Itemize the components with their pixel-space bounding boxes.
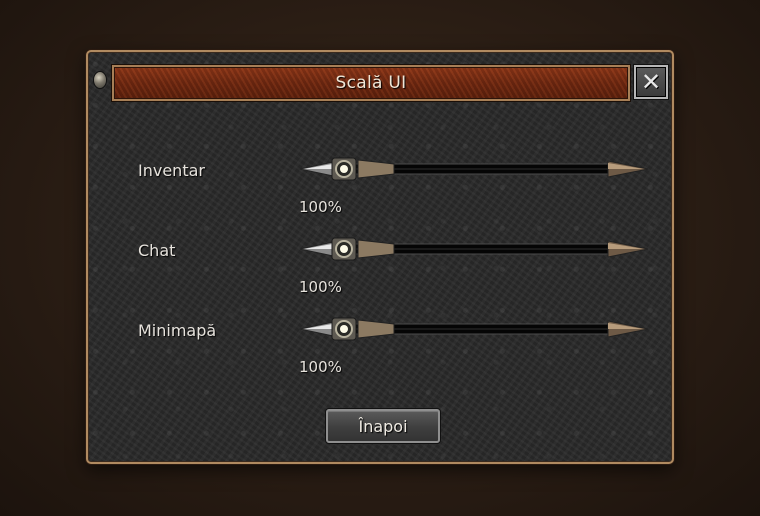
right-arrow-icon[interactable] (607, 240, 649, 258)
close-button[interactable]: ✕ (634, 65, 668, 99)
slider-minimapa[interactable] (298, 316, 650, 342)
slider-thumb[interactable] (331, 317, 395, 341)
close-icon: ✕ (640, 68, 662, 96)
right-arrow-icon[interactable] (607, 320, 649, 338)
slider-inventar[interactable] (298, 156, 650, 182)
setting-value-minimapa: 100% (299, 358, 342, 376)
setting-label-chat: Chat (138, 241, 176, 260)
right-arrow-icon[interactable] (607, 160, 649, 178)
title-bar[interactable]: Scală UI (112, 65, 630, 101)
slider-thumb[interactable] (331, 157, 395, 181)
window-title: Scală UI (335, 73, 407, 93)
ui-scale-window: Scală UI ✕ Inventar 100% Chat 100% Minim… (86, 50, 674, 464)
setting-label-minimapa: Minimapă (138, 321, 217, 340)
title-knob-icon (94, 72, 106, 88)
setting-value-inventar: 100% (299, 198, 342, 216)
slider-thumb[interactable] (331, 237, 395, 261)
slider-chat[interactable] (298, 236, 650, 262)
setting-label-inventar: Inventar (138, 161, 205, 180)
setting-value-chat: 100% (299, 278, 342, 296)
back-button[interactable]: Înapoi (326, 409, 440, 443)
